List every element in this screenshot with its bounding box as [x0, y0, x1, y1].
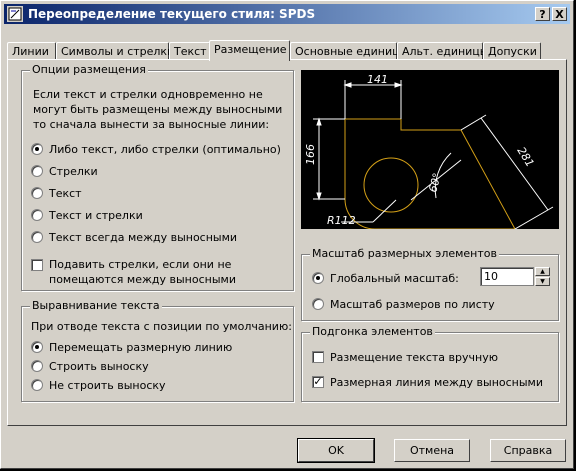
radio-either-text-or-arrows[interactable] — [31, 143, 43, 155]
tab-text[interactable]: Текст — [169, 42, 210, 60]
radio-global-scale[interactable] — [312, 272, 324, 284]
preview-label-angle: 60° — [426, 172, 444, 194]
radio-arrows[interactable] — [31, 165, 43, 177]
suppress-label-line-1[interactable]: Подавить стрелки, если они не — [49, 257, 231, 272]
radio-label-text-arrows[interactable]: Текст и стрелки — [49, 208, 143, 223]
manual-placement-label[interactable]: Размещение текста вручную — [330, 350, 498, 365]
fit-description-line-3: то сначала вынести за выносные линии: — [33, 118, 270, 131]
close-button[interactable]: X — [552, 7, 567, 21]
help-button[interactable]: Справка — [490, 439, 566, 462]
tab-symbols-arrows[interactable]: Символы и стрелки — [56, 42, 174, 60]
window-title: Переопределение текущего стиля: SPDS — [28, 7, 316, 21]
radio-text-always-between[interactable] — [31, 231, 43, 243]
preview-circle — [363, 157, 419, 213]
radio-label-global-scale[interactable]: Глобальный масштаб: — [330, 271, 459, 286]
global-scale-input[interactable]: 10 — [480, 267, 534, 286]
suppress-label-line-2[interactable]: помещаются между выносными — [49, 272, 236, 287]
spin-down-button[interactable]: ▼ — [535, 277, 550, 286]
tab-primary-units[interactable]: Основные единицы — [290, 42, 408, 60]
fit-description-line-2: могут быть размещены между выносными — [33, 103, 283, 116]
dimension-preview: 141 166 281 60° R112 — [301, 70, 559, 229]
radio-label-text[interactable]: Текст — [49, 186, 82, 201]
help-title-button[interactable]: ? — [535, 7, 550, 21]
radio-label-layout-scale[interactable]: Масштаб размеров по листу — [330, 297, 495, 312]
fit-options-legend: Опции размещения — [30, 63, 148, 76]
radio-move-dim-line[interactable] — [31, 341, 43, 353]
preview-label-left: 166 — [304, 144, 317, 165]
preview-label-radius: R112 — [327, 214, 356, 227]
radio-label-always-between[interactable]: Текст всегда между выносными — [49, 230, 237, 245]
radio-layout-scale[interactable] — [312, 298, 324, 310]
radio-label-arrows[interactable]: Стрелки — [49, 164, 98, 179]
tab-lines[interactable]: Линии — [7, 42, 56, 60]
tab-tolerances[interactable]: Допуски — [483, 42, 541, 60]
scale-legend: Масштаб размерных элементов — [310, 247, 499, 260]
fit-description-line-1: Если текст и стрелки одновременно не — [33, 88, 263, 101]
app-icon — [7, 6, 23, 22]
text-placement-description: При отводе текста с позиции по умолчанию… — [31, 320, 292, 333]
ok-button[interactable]: OK — [297, 438, 375, 463]
fine-tuning-group: Подгонка элементов — [301, 325, 559, 402]
dialog-window: Переопределение текущего стиля: SPDS ? X… — [0, 0, 574, 469]
radio-label-leader[interactable]: Строить выноску — [49, 359, 149, 374]
radio-text[interactable] — [31, 187, 43, 199]
radio-label-no-leader[interactable]: Не строить выноску — [49, 378, 166, 393]
spin-up-button[interactable]: ▲ — [535, 267, 550, 276]
cancel-button[interactable]: Отмена — [394, 439, 470, 462]
text-placement-legend: Выравнивание текста — [30, 299, 162, 312]
radio-no-leader[interactable] — [31, 379, 43, 391]
dimline-between-label[interactable]: Размерная линия между выносными — [330, 375, 543, 390]
preview-label-diag: 281 — [514, 145, 536, 170]
tab-alt-units[interactable]: Альт. единицы — [397, 42, 488, 60]
tab-fit[interactable]: Размещение — [209, 40, 290, 61]
radio-label-move-dim-line[interactable]: Перемещать размерную линию — [49, 340, 232, 355]
suppress-arrows-checkbox[interactable] — [31, 259, 43, 271]
dimline-between-checkbox[interactable]: ✓ — [312, 376, 324, 388]
tab-strip: Линии Символы и стрелки Текст Размещение… — [7, 40, 567, 61]
manual-placement-checkbox[interactable] — [312, 351, 324, 363]
fine-tuning-legend: Подгонка элементов — [310, 325, 435, 338]
preview-label-top: 141 — [367, 73, 388, 86]
title-bar[interactable]: Переопределение текущего стиля: SPDS ? X — [4, 4, 570, 24]
radio-leader[interactable] — [31, 360, 43, 372]
radio-text-and-arrows[interactable] — [31, 209, 43, 221]
radio-label-either[interactable]: Либо текст, либо стрелки (оптимально) — [49, 142, 281, 157]
